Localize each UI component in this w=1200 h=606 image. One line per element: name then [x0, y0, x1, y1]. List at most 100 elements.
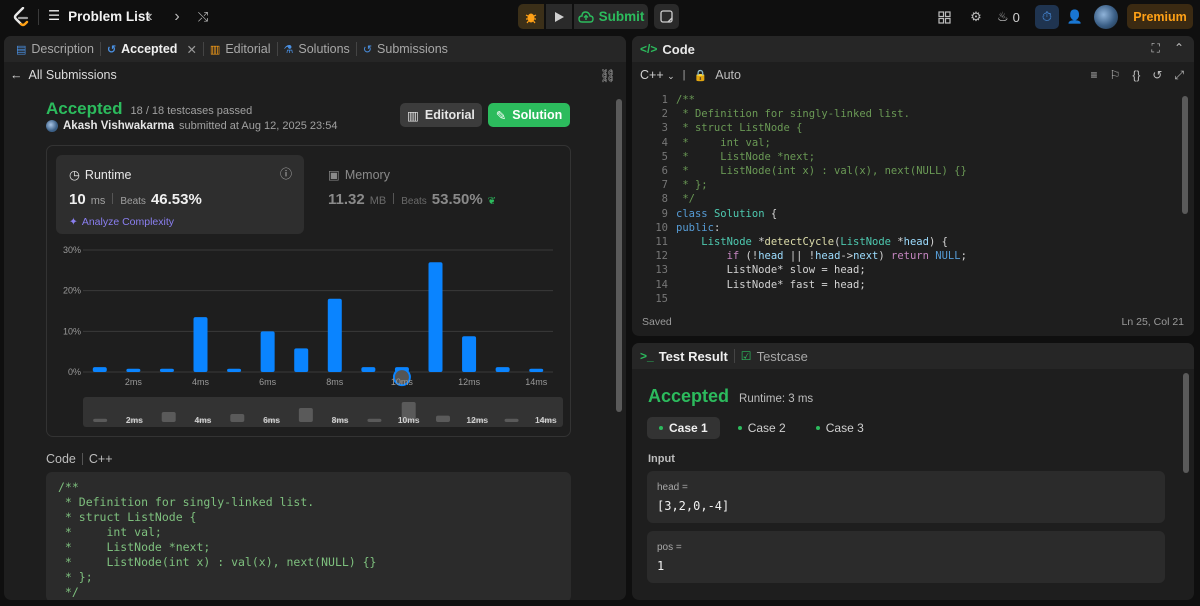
back-to-submissions[interactable]: ← All Submissions — [4, 64, 626, 86]
format-icon[interactable]: ≡ — [1091, 68, 1098, 83]
scrollbar[interactable] — [1182, 96, 1188, 214]
chart-bar[interactable] — [495, 367, 510, 372]
add-user-icon: 👤 — [1066, 9, 1084, 24]
info-icon[interactable]: ⓘ — [280, 165, 292, 182]
book-icon: ▥ — [209, 43, 221, 56]
problem-list-button[interactable]: ☰ Problem List — [48, 5, 150, 27]
streak-counter[interactable]: ♨ 0 — [997, 5, 1020, 29]
line-number: 7 — [661, 179, 668, 192]
code-line: * }; — [58, 570, 93, 584]
chart-bar[interactable] — [260, 331, 275, 372]
timer-button[interactable]: ⏱ — [1035, 5, 1059, 29]
chart-navigator[interactable]: 2ms 4ms 6ms 8ms 10ms 12ms 14ms — [83, 397, 563, 427]
code-line: ListNode *detectCycle(ListNode *head) { — [701, 236, 948, 249]
submitted-code[interactable]: /** * Definition for singly-linked list.… — [46, 472, 571, 600]
chevron-up-icon[interactable]: ⌃ — [1174, 41, 1184, 56]
lock-icon: 🔒 — [693, 69, 708, 82]
play-icon — [555, 11, 564, 22]
y-tick-label: 0% — [68, 367, 81, 377]
code-line: */ — [58, 585, 79, 599]
input-value: 1 — [657, 559, 665, 573]
scrollbar[interactable] — [616, 99, 622, 412]
chart-bar[interactable] — [462, 336, 477, 372]
left-tab-bar: ▤ Description ↺ Accepted ✕ ▥ Editorial ⚗ Solu… — [4, 36, 626, 62]
tab-case-2[interactable]: Case 2 — [726, 417, 798, 439]
notes-button[interactable] — [654, 4, 679, 29]
bookmark-icon[interactable]: ⚐ — [1110, 68, 1121, 83]
tab-solutions[interactable]: ⚗ Solutions — [278, 36, 356, 62]
stats-box: ◷ Runtime ⓘ 10 ms Beats 46.53% ✦ Analyze… — [46, 145, 571, 437]
solution-button[interactable]: ✎ Solution — [488, 103, 570, 127]
braces-icon[interactable]: {} — [1132, 68, 1140, 83]
book-icon: ▥ — [407, 108, 419, 123]
reset-icon[interactable]: ↺ — [1152, 68, 1162, 83]
bug-icon — [525, 13, 537, 23]
layout-button[interactable] — [932, 5, 956, 29]
solution-label: Solution — [512, 108, 563, 122]
tab-submissions[interactable]: ↺ Submissions — [357, 36, 454, 62]
tab-case-1[interactable]: Case 1 — [647, 417, 720, 439]
chart-bar[interactable] — [529, 368, 544, 372]
code-line: * struct ListNode { — [58, 510, 197, 524]
chart-bar[interactable] — [126, 368, 141, 372]
tab-label: Solutions — [298, 42, 350, 56]
chart-bar[interactable] — [294, 348, 309, 372]
prev-problem-button[interactable]: ‹ — [139, 6, 161, 28]
debug-button[interactable] — [518, 4, 544, 29]
analyze-complexity-link[interactable]: ✦ Analyze Complexity — [69, 216, 174, 228]
tab-description[interactable]: ▤ Description — [10, 36, 100, 62]
top-bar: ☰ Problem List ‹ › ⤭ Submit ⚙ ♨ 0 ⏱ 👤 Pr… — [0, 0, 1200, 33]
expand-icon[interactable]: ⤢ — [1174, 68, 1184, 83]
chart-bar[interactable] — [92, 367, 107, 372]
input-head[interactable]: head = [3,2,0,-4] — [647, 471, 1165, 523]
scrollbar[interactable] — [1183, 373, 1189, 473]
close-icon[interactable]: ✕ — [186, 42, 196, 57]
flask-icon: ⚗ — [283, 43, 294, 56]
chart-bar[interactable] — [193, 317, 208, 372]
line-number: 14 — [655, 278, 668, 291]
fullscreen-icon[interactable]: ⛶ — [1152, 41, 1160, 56]
editorial-button[interactable]: ▥ Editorial — [400, 103, 482, 127]
leetcode-logo-icon[interactable] — [10, 6, 32, 28]
submit-button[interactable]: Submit — [574, 4, 648, 29]
language-select[interactable]: C++ ⌄ — [640, 68, 675, 82]
x-tick-label: 4ms — [192, 377, 210, 387]
leaf-icon: ❦ — [487, 196, 497, 207]
settings-button[interactable]: ⚙ — [964, 5, 988, 29]
avatar[interactable] — [1094, 5, 1118, 29]
auto-mode[interactable]: Auto — [715, 68, 741, 82]
chart-bar[interactable] — [227, 368, 242, 372]
divider — [81, 453, 83, 465]
tab-testcase[interactable]: ☑ Testcase — [741, 349, 808, 364]
saved-status: Saved — [642, 316, 672, 328]
author-name[interactable]: Akash Vishwakarma — [63, 120, 174, 132]
chart-bar[interactable] — [361, 367, 376, 372]
runtime-distribution-chart[interactable]: 0% 10% 20% 30% 2ms 4ms 6ms 8ms 10ms 12ms 14ms — [47, 242, 572, 392]
add-friend-button[interactable]: 👤 — [1063, 5, 1087, 29]
history-icon: ↺ — [106, 43, 117, 56]
tab-accepted[interactable]: ↺ Accepted ✕ — [101, 36, 203, 62]
input-pos[interactable]: pos = 1 — [647, 531, 1165, 583]
random-problem-button[interactable]: ⤭ — [192, 6, 214, 28]
tab-label: Submissions — [377, 42, 448, 56]
runtime-card[interactable]: ◷ Runtime ⓘ 10 ms Beats 46.53% ✦ Analyze… — [56, 155, 304, 234]
premium-button[interactable]: Premium — [1127, 4, 1193, 29]
chart-bar[interactable] — [327, 298, 342, 372]
runtime-title: ◷ Runtime — [69, 167, 131, 183]
code-line: * ListNode *next; — [58, 540, 211, 554]
line-number: 13 — [655, 264, 668, 277]
next-problem-button[interactable]: › — [166, 6, 188, 28]
link-icon[interactable]: ⛓ — [599, 68, 616, 84]
tab-test-result[interactable]: >_ Test Result — [640, 349, 728, 364]
chip-icon: ▣ — [328, 168, 340, 182]
chart-bar[interactable] — [159, 368, 174, 372]
navigator-tick-label: 6ms — [263, 415, 280, 425]
code-editor[interactable]: /** * Definition for singly-linked list.… — [676, 93, 1176, 301]
tab-case-3[interactable]: Case 3 — [804, 417, 876, 439]
terminal-icon: >_ — [640, 349, 654, 363]
run-button[interactable] — [546, 4, 572, 29]
code-line: * int val; — [58, 525, 162, 539]
chart-bar[interactable] — [428, 262, 443, 372]
tab-editorial[interactable]: ▥ Editorial — [204, 36, 277, 62]
memory-tab[interactable]: ▣ Memory — [328, 167, 390, 183]
